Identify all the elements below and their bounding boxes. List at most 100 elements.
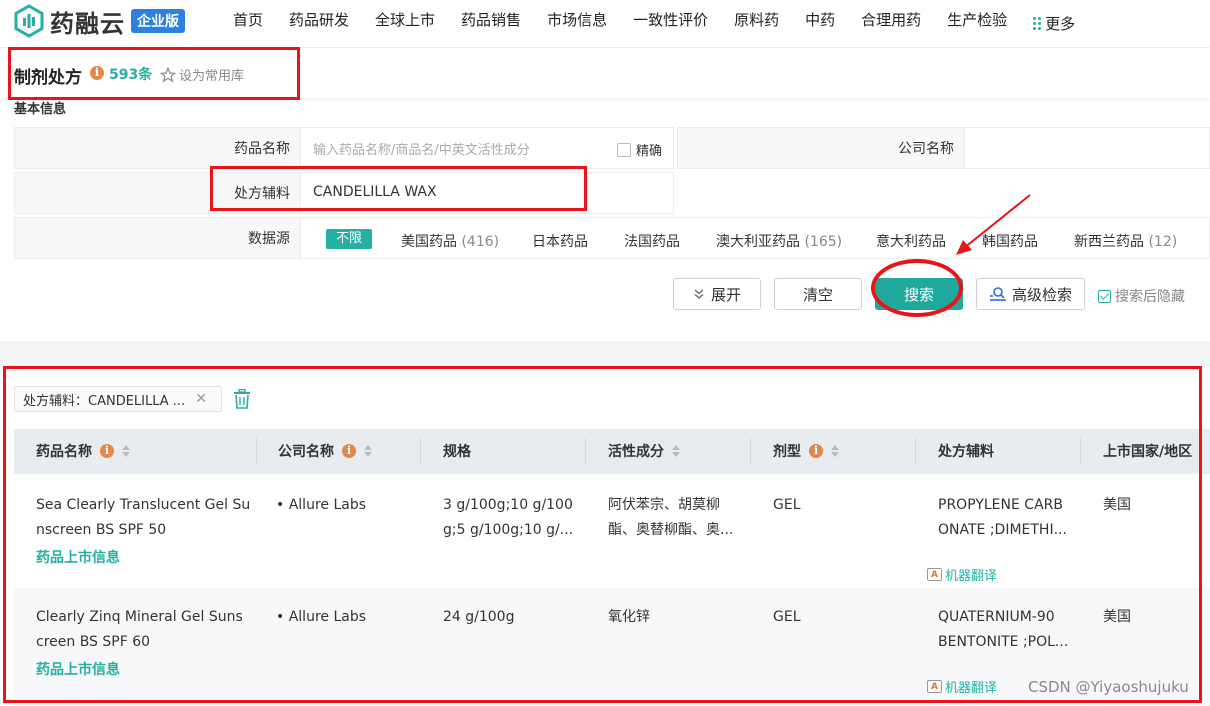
source-option-it[interactable]: 意大利药品 (876, 231, 946, 251)
column-header-label: 公司名称 (278, 444, 334, 460)
dosage-form-cell: GEL (773, 609, 801, 625)
column-header-label: 规格 (443, 444, 471, 460)
source-name: 法国药品 (624, 234, 680, 250)
excipient-line: QUATERNIUM-90 (938, 609, 1055, 625)
drug-name-cell: Clearly Zinq Mineral Gel Suns creen BS S… (36, 605, 243, 655)
column-header-company[interactable]: 公司名称 i (278, 441, 372, 461)
excipient-value: CANDELILLA WAX (313, 184, 437, 200)
section-divider (0, 341, 1210, 367)
info-icon[interactable]: i (342, 444, 356, 458)
hide-after-search-checkbox[interactable]: 搜索后隐藏 (1098, 286, 1185, 306)
brand-logo[interactable]: 药融云 企业版 (12, 4, 185, 38)
source-name: 美国药品 (401, 234, 457, 250)
drug-launch-info-link[interactable]: 药品上市信息 (36, 547, 120, 567)
source-option-us[interactable]: 美国药品 (416) (401, 231, 499, 251)
info-icon[interactable]: i (100, 444, 114, 458)
source-option-all[interactable]: 不限 (326, 229, 373, 249)
source-count: (416) (461, 234, 500, 250)
source-option-fr[interactable]: 法国药品 (624, 231, 680, 251)
trash-icon[interactable] (233, 389, 251, 409)
column-header-active-ingredient[interactable]: 活性成分 (608, 441, 680, 461)
advanced-search-label: 高级检索 (1011, 285, 1072, 304)
brand-logo-icon (14, 4, 44, 38)
drug-name-line: nscreen BS SPF 50 (36, 522, 167, 538)
nav-item-rational-use[interactable]: 合理用药 (848, 0, 934, 47)
column-header-label: 剂型 (773, 444, 801, 460)
checkbox-box (617, 142, 631, 157)
machine-translate-button[interactable]: A 机器翻译 (927, 677, 997, 696)
column-header-label: 活性成分 (608, 444, 664, 460)
top-navbar: 药融云 企业版 首页 药品研发 全球上市 药品销售 市场信息 一致性评价 原料药… (0, 0, 1210, 54)
company-name-input[interactable] (964, 127, 1210, 169)
nav-item-consistency[interactable]: 一致性评价 (620, 0, 721, 47)
nav-item-drug-sales[interactable]: 药品销售 (448, 0, 534, 47)
data-source-label-text: 数据源 (248, 231, 290, 247)
drug-name-line: Sea Clearly Translucent Gel Su (36, 497, 251, 513)
nav-more-label: 更多 (1045, 14, 1076, 33)
clear-label: 清空 (802, 285, 833, 304)
close-icon[interactable]: ✕ (195, 391, 207, 407)
sort-icon[interactable] (364, 445, 372, 457)
hide-after-search-label: 搜索后隐藏 (1115, 289, 1185, 305)
nav-item-api[interactable]: 原料药 (721, 0, 792, 47)
active-ingredient-cell: 阿伏苯宗、胡莫柳 酯、奥替柳酯、奥... (608, 493, 733, 543)
column-divider (420, 438, 421, 464)
sort-icon[interactable] (831, 445, 839, 457)
filter-chip-label: 处方辅料：CANDELILLA ... (23, 393, 186, 409)
spec-cell: 24 g/100g (443, 605, 514, 630)
drug-name-input[interactable]: 输入药品名称/商品名/中英文活性成分 精确 (300, 127, 674, 169)
machine-translate-button[interactable]: A 机器翻译 (927, 565, 997, 584)
nav-item-home[interactable]: 首页 (220, 0, 276, 47)
source-name: 新西兰药品 (1074, 234, 1144, 250)
column-header-dosage-form[interactable]: 剂型 i (773, 441, 839, 461)
excipient-input[interactable]: CANDELILLA WAX (300, 172, 674, 214)
clear-button[interactable]: 清空 (774, 278, 862, 310)
info-icon[interactable]: i (90, 66, 104, 80)
nav-item-global-launch[interactable]: 全球上市 (362, 0, 448, 47)
drug-launch-info-link[interactable]: 药品上市信息 (36, 659, 120, 679)
info-icon[interactable]: i (809, 444, 823, 458)
column-divider (915, 438, 916, 464)
excipient-label: 处方辅料 (14, 172, 301, 214)
expand-button[interactable]: 展开 (673, 278, 761, 310)
company-cell[interactable]: • Allure Labs (276, 605, 366, 630)
active-ingredient-cell: 氧化锌 (608, 605, 650, 630)
set-favorite-label: 设为常用库 (179, 69, 245, 84)
country-cell: 美国 (1103, 609, 1131, 625)
advanced-search-button[interactable]: 高级检索 (976, 278, 1085, 310)
data-source-label: 数据源 (14, 217, 301, 259)
sort-icon[interactable] (122, 445, 130, 457)
company-name-label-text: 公司名称 (898, 141, 954, 157)
company-name-label: 公司名称 (677, 127, 965, 169)
spec-cell: 3 g/100g;10 g/100 g;5 g/100g;10 g/... (443, 493, 573, 543)
source-option-au[interactable]: 澳大利亚药品 (165) (716, 231, 842, 251)
nav-item-more[interactable]: 更多 (1020, 0, 1088, 47)
sort-icon[interactable] (672, 445, 680, 457)
result-count: 593条 (109, 67, 153, 83)
source-name: 日本药品 (532, 234, 588, 250)
exact-match-checkbox[interactable]: 精确 (617, 140, 662, 159)
nav-item-drug-rd[interactable]: 药品研发 (276, 0, 362, 54)
translate-icon: A (927, 680, 942, 693)
drug-name-label: 药品名称 (14, 127, 301, 169)
dosage-form-cell: GEL (773, 497, 801, 513)
column-header-excipients: 处方辅料 (938, 441, 994, 461)
spec-line: g;5 g/100g;10 g/... (443, 522, 574, 538)
star-icon (160, 66, 176, 82)
grid-dots-icon (1033, 17, 1042, 30)
nav-item-market-info[interactable]: 市场信息 (534, 0, 620, 47)
machine-translate-label: 机器翻译 (945, 681, 998, 696)
expand-label: 展开 (710, 285, 741, 304)
source-option-nz[interactable]: 新西兰药品 (12) (1074, 231, 1177, 251)
company-cell[interactable]: • Allure Labs (276, 493, 366, 518)
column-divider (585, 438, 586, 464)
brand-name: 药融云 (50, 9, 125, 38)
nav-item-production[interactable]: 生产检验 (934, 0, 1020, 47)
column-header-label: 药品名称 (36, 444, 92, 460)
nav-item-tcm[interactable]: 中药 (792, 0, 848, 47)
source-option-jp[interactable]: 日本药品 (532, 231, 588, 251)
search-button[interactable]: 搜索 (875, 278, 963, 310)
column-header-drug-name[interactable]: 药品名称 i (36, 441, 130, 461)
set-favorite-button[interactable]: 设为常用库 (160, 65, 244, 84)
edition-badge: 企业版 (131, 9, 185, 33)
